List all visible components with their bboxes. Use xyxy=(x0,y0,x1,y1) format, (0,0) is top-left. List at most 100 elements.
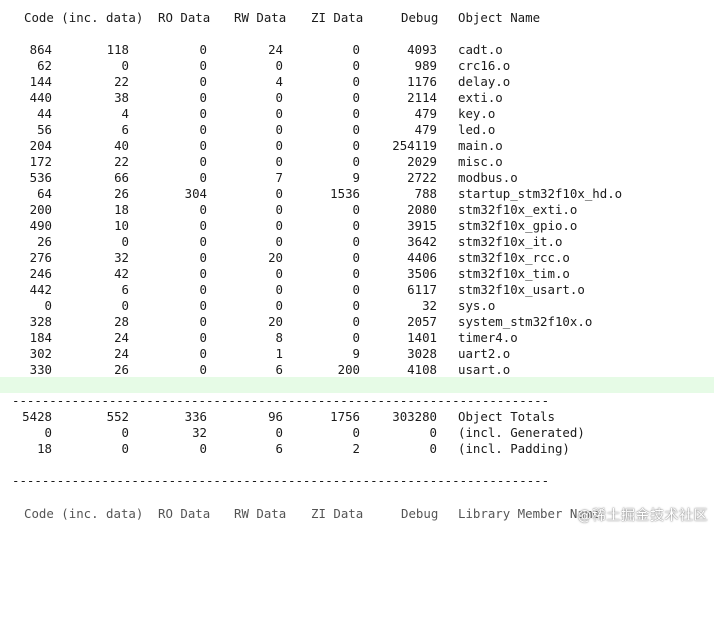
cell-code: 18 xyxy=(37,441,52,456)
cell-zi-data: 0 xyxy=(352,298,360,313)
cell-object-name: sys.o xyxy=(458,298,496,313)
cell-object-name: stm32f10x_gpio.o xyxy=(458,218,578,233)
cell-rw-data: 0 xyxy=(275,186,283,201)
cell-debug: 2029 xyxy=(407,154,437,169)
cell-zi-data: 200 xyxy=(337,362,360,377)
cell-inc-data: 10 xyxy=(114,218,129,233)
cell-code: 62 xyxy=(37,58,52,73)
header-ro-data: RO Data xyxy=(158,10,211,25)
table-row: 330 26 0 6 200 4108 usart.o xyxy=(0,362,714,378)
cell-inc-data: 22 xyxy=(114,74,129,89)
cell-inc-data: 66 xyxy=(114,170,129,185)
cell-zi-data: 9 xyxy=(352,346,360,361)
cell-inc-data: 18 xyxy=(114,202,129,217)
cell-rw-data: 0 xyxy=(275,58,283,73)
cell-ro-data: 0 xyxy=(199,298,207,313)
cell-object-name: stm32f10x_exti.o xyxy=(458,202,578,217)
table-row: 864 118 0 24 0 4093 cadt.o xyxy=(0,42,714,58)
cell-rw-data: 24 xyxy=(268,42,283,57)
cell-rw-data: 0 xyxy=(275,425,283,440)
cell-code: 5428 xyxy=(22,409,52,424)
cell-zi-data: 0 xyxy=(352,282,360,297)
table-row: 490 10 0 0 0 3915 stm32f10x_gpio.o xyxy=(0,218,714,234)
header-zi-data: ZI Data xyxy=(311,10,364,25)
cell-debug: 3028 xyxy=(407,346,437,361)
cell-zi-data: 0 xyxy=(352,122,360,137)
cell-debug: 32 xyxy=(422,298,437,313)
cell-rw-data: 0 xyxy=(275,90,283,105)
header-rw-data: RW Data xyxy=(234,10,287,25)
cell-ro-data: 0 xyxy=(199,58,207,73)
cell-debug: 254119 xyxy=(392,138,437,153)
header-object-name: Object Name xyxy=(458,10,541,25)
cell-code: 276 xyxy=(29,250,52,265)
cell-object-name: crc16.o xyxy=(458,58,511,73)
cell-ro-data: 0 xyxy=(199,106,207,121)
cell-rw-data: 20 xyxy=(268,250,283,265)
table-row: 172 22 0 0 0 2029 misc.o xyxy=(0,154,714,170)
cell-debug: 479 xyxy=(414,106,437,121)
cell-debug: 2722 xyxy=(407,170,437,185)
cell-debug: 0 xyxy=(429,441,437,456)
cell-code: 302 xyxy=(29,346,52,361)
table-row: 204 40 0 0 0 254119 main.o xyxy=(0,138,714,154)
cell-zi-data: 0 xyxy=(352,202,360,217)
cell-ro-data: 0 xyxy=(199,90,207,105)
cell-object-name: led.o xyxy=(458,122,496,137)
table-row: 26 0 0 0 0 3642 stm32f10x_it.o xyxy=(0,234,714,250)
cell-inc-data: 118 xyxy=(106,42,129,57)
table-row: 64 26 304 0 1536 788 startup_stm32f10x_hd.o xyxy=(0,186,714,202)
cell-rw-data: 0 xyxy=(275,298,283,313)
cell-debug: 1401 xyxy=(407,330,437,345)
cell-inc-data: 0 xyxy=(121,234,129,249)
cell-inc-data: 0 xyxy=(121,298,129,313)
cell-zi-data: 0 xyxy=(352,266,360,281)
table-row: 200 18 0 0 0 2080 stm32f10x_exti.o xyxy=(0,202,714,218)
cell-debug: 2080 xyxy=(407,202,437,217)
cell-code: 172 xyxy=(29,154,52,169)
cell-inc-data: 28 xyxy=(114,314,129,329)
cell-debug: 4406 xyxy=(407,250,437,265)
cell-inc-data: 0 xyxy=(121,58,129,73)
cell-ro-data: 0 xyxy=(199,314,207,329)
cell-rw-data: 20 xyxy=(268,314,283,329)
cell-object-name: main.o xyxy=(458,138,503,153)
cell-inc-data: 22 xyxy=(114,154,129,169)
cell-object-name: stm32f10x_it.o xyxy=(458,234,563,249)
cell-code: 440 xyxy=(29,90,52,105)
table-row: 440 38 0 0 0 2114 exti.o xyxy=(0,90,714,106)
table-row: 276 32 0 20 0 4406 stm32f10x_rcc.o xyxy=(0,250,714,266)
cell-inc-data: 0 xyxy=(121,441,129,456)
table-row: 0 0 0 0 0 32 sys.o xyxy=(0,298,714,314)
table-row: 442 6 0 0 0 6117 stm32f10x_usart.o xyxy=(0,282,714,298)
cell-inc-data: 40 xyxy=(114,138,129,153)
cell-code: 442 xyxy=(29,282,52,297)
cell-ro-data: 0 xyxy=(199,330,207,345)
cell-zi-data: 0 xyxy=(352,74,360,89)
cell-object-name: misc.o xyxy=(458,154,503,169)
cell-object-name: stm32f10x_rcc.o xyxy=(458,250,570,265)
divider-top: ----------------------------------------… xyxy=(12,393,550,408)
cell-ro-data: 0 xyxy=(199,218,207,233)
watermark-text: @稀土掘金技术社区 xyxy=(577,508,708,524)
cell-object-name: key.o xyxy=(458,106,496,121)
cell-object-name: uart2.o xyxy=(458,346,511,361)
cell-object-name: timer4.o xyxy=(458,330,518,345)
lib-header-code: Code (inc. data) xyxy=(24,506,144,521)
cell-rw-data: 0 xyxy=(275,218,283,233)
cell-ro-data: 0 xyxy=(199,346,207,361)
cell-inc-data: 38 xyxy=(114,90,129,105)
cell-debug: 0 xyxy=(429,425,437,440)
cell-rw-data: 0 xyxy=(275,234,283,249)
cell-debug: 4093 xyxy=(407,42,437,57)
table-row: 246 42 0 0 0 3506 stm32f10x_tim.o xyxy=(0,266,714,282)
table-row: 62 0 0 0 0 989 crc16.o xyxy=(0,58,714,74)
cell-zi-data: 0 xyxy=(352,314,360,329)
cell-rw-data: 0 xyxy=(275,202,283,217)
cell-rw-data: 0 xyxy=(275,154,283,169)
divider-bottom: ----------------------------------------… xyxy=(12,473,550,488)
cell-debug: 479 xyxy=(414,122,437,137)
cell-code: 200 xyxy=(29,202,52,217)
cell-zi-data: 0 xyxy=(352,250,360,265)
cell-zi-data: 0 xyxy=(352,425,360,440)
